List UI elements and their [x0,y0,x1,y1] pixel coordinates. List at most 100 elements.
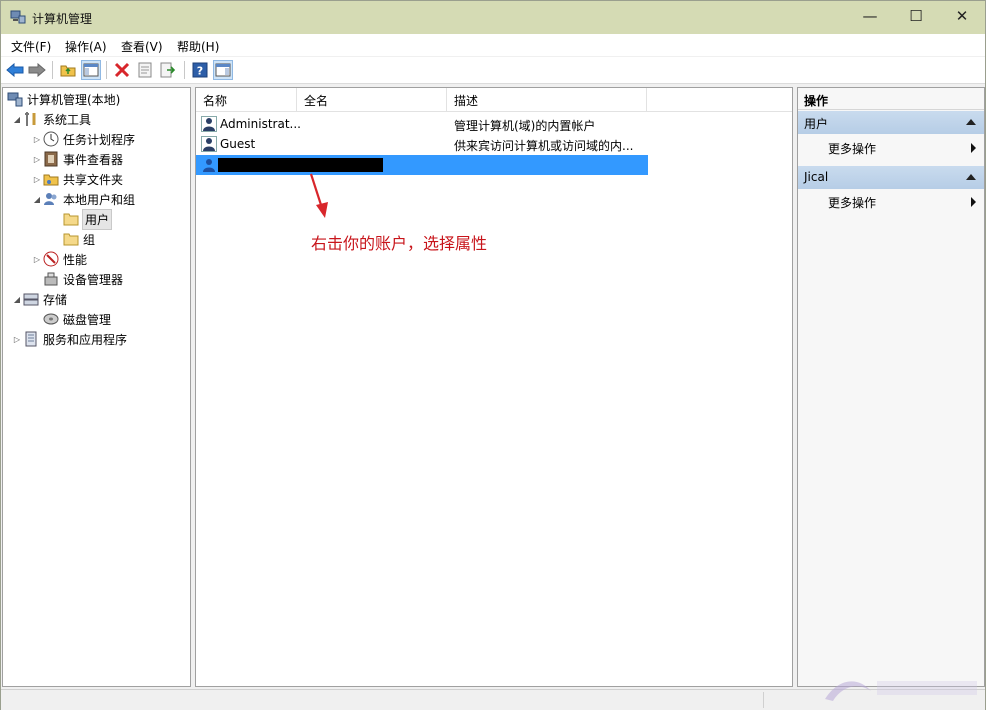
tree-node-event-viewer[interactable]: ▷ 事件查看器 [31,149,123,169]
minimize-icon: — [862,7,878,25]
more-actions-jical[interactable]: 更多操作 [828,194,876,211]
tree-node-task-scheduler[interactable]: ▷ 任务计划程序 [31,129,135,149]
actions-section-users[interactable]: 用户 [798,111,984,134]
show-hide-console-tree-button[interactable] [81,60,101,80]
tree-node-users[interactable]: 用户 [63,208,113,230]
folder-icon [63,211,79,227]
list-row-guest[interactable]: Guest 供来宾访问计算机或访问域的内... [196,134,648,154]
storage-icon [23,291,39,307]
close-icon: ✕ [955,7,969,25]
maximize-icon: ☐ [909,7,923,25]
tree-node-label: 设备管理器 [63,272,124,287]
tree-expander[interactable]: ◢ [11,115,23,124]
cell-name: Guest [220,137,256,151]
tree-expander[interactable]: ◢ [11,295,23,304]
tree-node-label: 共享文件夹 [63,172,124,187]
users-list-pane[interactable]: 名称 全名 描述 Administrat... 管理计算机(域)的内置帐户 Gu… [195,87,793,687]
tree-node-groups[interactable]: 组 [63,229,95,249]
menu-bar: 文件(F) 操作(A) 查看(V) 帮助(H) [1,34,985,56]
tree-node-label: 任务计划程序 [63,132,136,147]
list-header: 名称 全名 描述 [196,88,792,112]
menu-view[interactable]: 查看(V) [121,38,163,55]
menu-help[interactable]: 帮助(H) [177,38,219,55]
collapse-caret-icon[interactable] [966,174,976,180]
list-row-selected-account[interactable] [196,155,648,175]
task-scheduler-icon [43,131,59,147]
tree-node-local-users-groups[interactable]: ◢ 本地用户和组 [31,189,135,209]
tree-node-performance[interactable]: ▷ 性能 [31,249,87,269]
toolbar-separator [106,61,107,79]
help-button[interactable]: ? [190,60,210,80]
computer-management-app-icon [10,10,26,24]
delete-icon [114,62,130,78]
actions-title: 操作 [798,88,984,110]
title-bar[interactable]: 计算机管理 — ☐ ✕ [1,1,985,34]
up-one-level-button[interactable] [58,60,78,80]
tree-node-disk-management[interactable]: 磁盘管理 [43,309,111,329]
tree-expander[interactable]: ▷ [11,335,23,344]
tree-node-label: 本地用户和组 [63,192,136,207]
services-apps-icon [23,331,39,347]
user-account-icon [201,136,217,152]
watermark-logo [825,681,977,701]
folder-icon [63,231,79,247]
tree-node-label: 用户 [81,208,113,230]
actions-section-jical[interactable]: Jical [798,166,984,189]
column-header-name[interactable]: 名称 [196,88,297,112]
toolbar: ? [1,57,985,84]
tree-node-shared-folders[interactable]: ▷ 共享文件夹 [31,169,123,189]
tree-node-label: 事件查看器 [63,152,124,167]
shared-folders-icon [43,171,59,187]
up-folder-icon [60,65,76,77]
menu-action[interactable]: 操作(A) [65,38,107,55]
cell-description: 管理计算机(域)的内置帐户 [454,119,596,133]
toolbar-separator [184,61,185,79]
show-tree-icon [83,63,99,77]
status-segment [763,692,764,708]
tree-expander[interactable]: ◢ [31,195,43,204]
tree-node-label: 计算机管理(本地) [27,92,121,107]
tree-expander[interactable]: ▷ [31,135,43,144]
tree-node-label: 存储 [43,292,68,307]
list-row-administrator[interactable]: Administrat... 管理计算机(域)的内置帐户 [196,114,648,134]
back-button[interactable] [5,60,25,80]
tree-expander[interactable]: ▷ [31,255,43,264]
tree-node-device-manager[interactable]: 设备管理器 [43,269,123,289]
computer-management-window: 计算机管理 — ☐ ✕ 文件(F) 操作(A) 查看(V) 帮助(H) ? 计算… [0,0,986,710]
section-label: Jical [804,170,829,184]
tree-node-services-apps[interactable]: ▷ 服务和应用程序 [11,329,127,349]
cell-description: 供来宾访问计算机或访问域的内... [454,139,634,153]
minimize-button[interactable]: — [847,1,893,31]
redacted-account-name [218,158,383,172]
event-viewer-icon [43,151,59,167]
actions-pane: 操作 用户 更多操作 Jical 更多操作 [797,87,985,687]
close-button[interactable]: ✕ [939,1,985,31]
export-list-icon [160,62,176,78]
red-arrow-annotation [309,173,328,218]
tree-expander[interactable]: ▷ [31,175,43,184]
tree-expander[interactable]: ▷ [31,155,43,164]
console-tree-pane[interactable]: 计算机管理(本地) ◢ 系统工具 ▷ 任务计划程序 ▷ 事件查看器 ▷ 共享文件… [2,87,191,687]
section-label: 用户 [804,117,829,131]
tree-node-label: 磁盘管理 [63,312,112,327]
computer-management-icon [7,91,23,107]
tree-node-storage[interactable]: ◢ 存储 [11,289,67,309]
toolbar-separator [52,61,53,79]
delete-button[interactable] [112,60,132,80]
more-actions-users[interactable]: 更多操作 [828,140,876,157]
user-account-icon [201,116,217,132]
maximize-button[interactable]: ☐ [893,1,939,31]
show-hide-action-pane-button[interactable] [213,60,233,80]
submenu-arrow-icon [971,197,976,207]
tree-node-label: 系统工具 [43,112,92,127]
tree-node-system-tools[interactable]: ◢ 系统工具 [11,109,91,129]
column-header-description[interactable]: 描述 [447,88,647,112]
export-list-button[interactable] [158,60,178,80]
forward-button[interactable] [27,60,47,80]
properties-button[interactable] [135,60,155,80]
tree-node-computer-management[interactable]: 计算机管理(本地) [5,89,120,109]
collapse-caret-icon[interactable] [966,119,976,125]
device-manager-icon [43,271,59,287]
column-header-fullname[interactable]: 全名 [297,88,447,112]
menu-file[interactable]: 文件(F) [11,38,51,55]
